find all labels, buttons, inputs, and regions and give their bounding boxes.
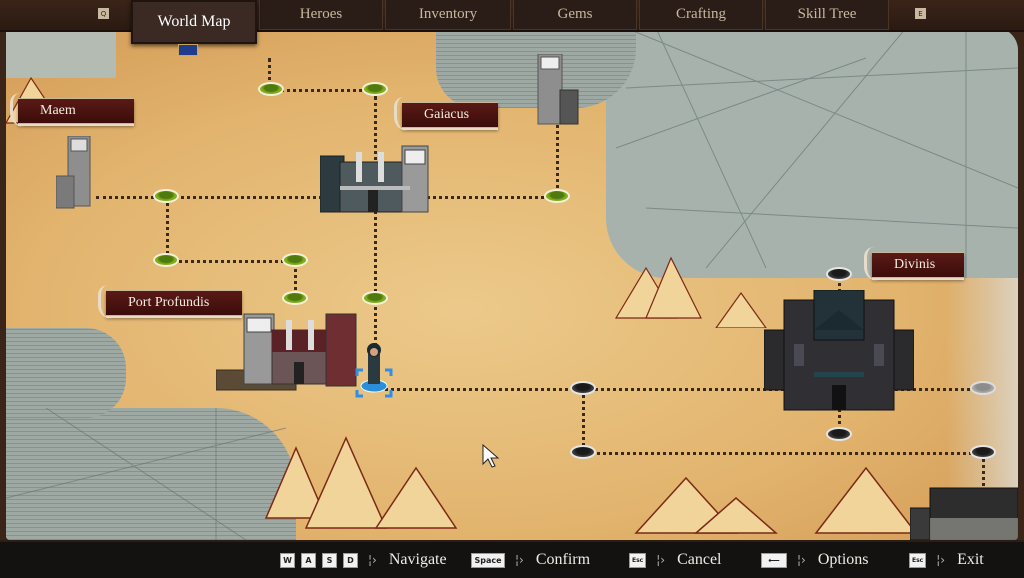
map-node[interactable] <box>544 189 570 203</box>
path <box>582 390 585 452</box>
map-node-locked[interactable] <box>970 445 996 459</box>
key-esc: Esc <box>629 552 647 568</box>
map-node-locked[interactable] <box>826 267 852 281</box>
town-divinis-cathedral[interactable] <box>764 290 914 412</box>
separator-arrow-icon: ¦› <box>368 553 377 567</box>
location-name: Port Profundis <box>128 295 210 310</box>
path <box>166 198 169 260</box>
hint-label: Navigate <box>388 551 447 568</box>
top-nav-bar: Q World Map Heroes Inventory Gems Crafti… <box>0 0 1024 44</box>
map-node-locked[interactable] <box>570 445 596 459</box>
hint-exit: Esc ¦› Exit <box>909 542 984 578</box>
town-southeast-fortress[interactable] <box>910 478 1018 540</box>
separator-arrow-icon: ¦› <box>797 553 806 567</box>
path <box>374 96 377 378</box>
prev-tab-key-hint: Q <box>98 8 109 19</box>
path <box>168 260 296 263</box>
mountain-range-east <box>614 256 767 328</box>
next-tab-key-hint: E <box>915 8 926 19</box>
location-banner-gaiacus[interactable]: Gaiacus <box>394 97 498 131</box>
tab-gems[interactable]: Gems <box>513 0 637 30</box>
location-banner-divinis[interactable]: Divinis <box>864 247 964 281</box>
key-a: A <box>301 552 316 568</box>
hint-label: Confirm <box>535 551 591 568</box>
tab-crafting[interactable]: Crafting <box>639 0 763 30</box>
key-s: S <box>322 552 337 568</box>
town-northeast-tower[interactable] <box>536 54 580 126</box>
map-node[interactable] <box>258 82 284 96</box>
hint-confirm: Space ¦› Confirm <box>471 542 590 578</box>
town-port-profundis-building[interactable] <box>216 310 358 396</box>
location-name: Maem <box>40 103 76 118</box>
map-node[interactable] <box>282 291 308 305</box>
path <box>584 452 984 455</box>
tab-world-map[interactable]: World Map <box>131 0 257 44</box>
world-map-tab-ribbon <box>178 44 198 56</box>
map-node-fog[interactable] <box>970 381 996 395</box>
town-maem-building[interactable] <box>56 136 100 210</box>
map-node-locked[interactable] <box>826 427 852 441</box>
tab-heroes[interactable]: Heroes <box>259 0 383 30</box>
hint-label: Cancel <box>677 551 722 568</box>
separator-arrow-icon: ¦› <box>936 553 946 567</box>
map-node[interactable] <box>153 253 179 267</box>
map-node[interactable] <box>362 82 388 96</box>
location-banner-port-profundis[interactable]: Port Profundis <box>98 285 242 319</box>
map-node[interactable] <box>282 253 308 267</box>
hint-options: ⟵ ¦› Options <box>761 542 869 578</box>
hero-token-selected[interactable] <box>354 340 398 412</box>
location-name: Gaiacus <box>424 107 470 122</box>
map-node[interactable] <box>153 189 179 203</box>
separator-arrow-icon: ¦› <box>515 553 524 567</box>
map-node-locked[interactable] <box>570 381 596 395</box>
key-w: W <box>280 552 295 568</box>
town-gaiacus-building[interactable] <box>320 142 430 216</box>
separator-arrow-icon: ¦› <box>656 553 666 567</box>
location-name: Divinis <box>894 257 936 272</box>
hint-cancel: Esc ¦› Cancel <box>629 542 722 578</box>
mountain-range-south <box>264 436 918 534</box>
mouse-cursor-icon <box>482 444 500 468</box>
path <box>556 118 559 196</box>
path <box>268 89 376 92</box>
controls-hint-bar: W A S D ¦› Navigate Space ¦› Confirm Esc… <box>0 540 1024 578</box>
map-node[interactable] <box>362 291 388 305</box>
hint-navigate: W A S D ¦› Navigate <box>280 542 447 578</box>
key-esc: Esc <box>909 552 927 568</box>
key-backspace: ⟵ <box>761 552 787 568</box>
location-banner-maem[interactable]: Maem <box>10 93 134 127</box>
key-d: D <box>343 552 358 568</box>
tab-skill-tree[interactable]: Skill Tree <box>765 0 889 30</box>
hint-label: Options <box>817 551 869 568</box>
key-space: Space <box>471 552 505 568</box>
tab-inventory[interactable]: Inventory <box>385 0 511 30</box>
world-map[interactable]: Maem Gaiacus Port Profundis Divinis <box>6 28 1018 540</box>
hint-label: Exit <box>957 551 984 568</box>
